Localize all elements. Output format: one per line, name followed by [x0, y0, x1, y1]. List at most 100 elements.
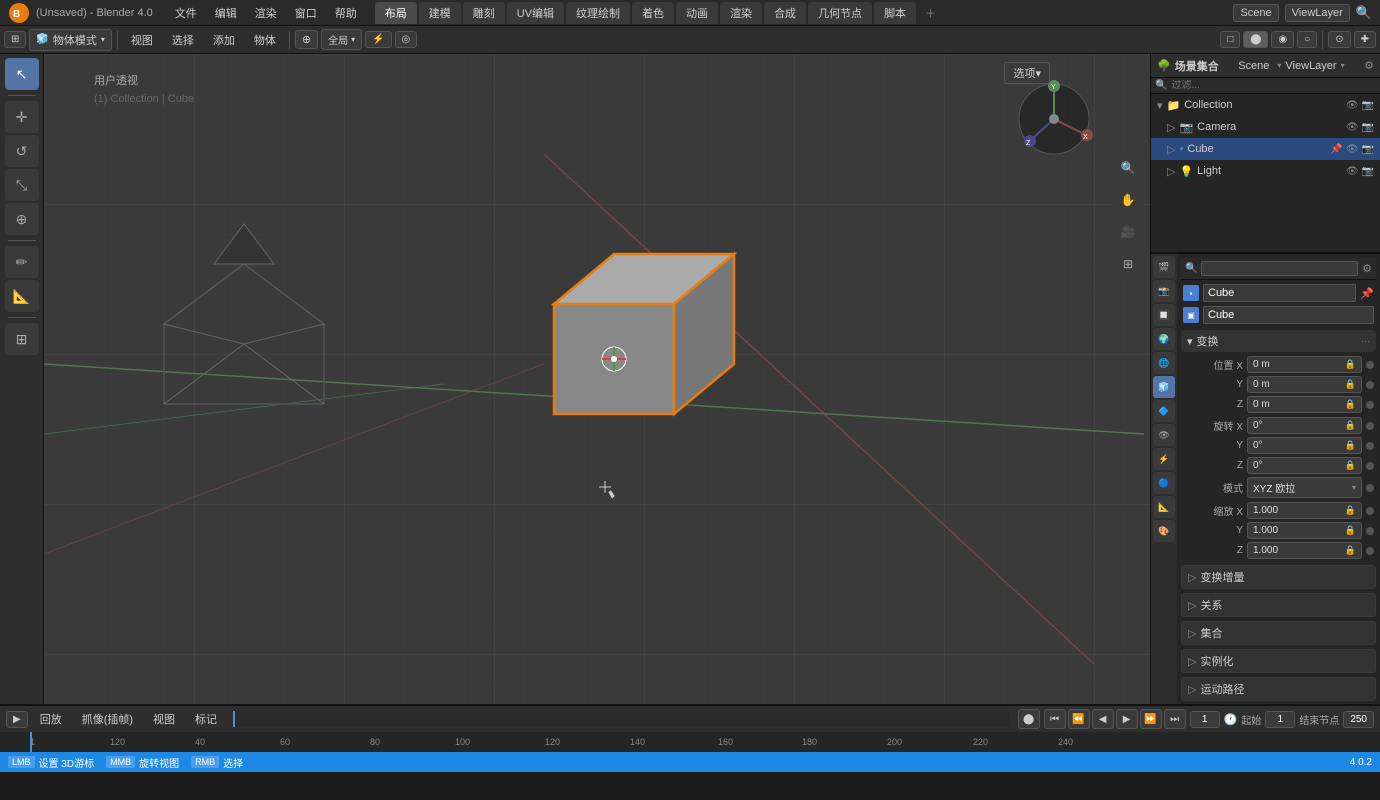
- motion-path-header[interactable]: ▷ 运动路径: [1182, 678, 1375, 700]
- viewport-quad-view-button[interactable]: ⊞: [1114, 250, 1142, 278]
- outliner-collection-item[interactable]: ▾ 📁 Collection 👁 📷: [1151, 94, 1380, 116]
- menu-help[interactable]: 帮助: [327, 3, 365, 23]
- timeline-playback-menu[interactable]: 回放: [32, 709, 70, 729]
- search-icon[interactable]: 🔍: [1356, 5, 1372, 21]
- rotate-tool-button[interactable]: ↺: [5, 135, 39, 167]
- light-visibility-icon[interactable]: 👁: [1346, 166, 1359, 177]
- material-shading-button[interactable]: ◉: [1271, 31, 1294, 48]
- workspace-tab-animation[interactable]: 动画: [676, 2, 718, 24]
- end-frame-field[interactable]: 250: [1343, 711, 1374, 728]
- location-x-field[interactable]: 0 m 🔒: [1247, 356, 1362, 373]
- rotation-x-lock-icon[interactable]: 🔒: [1345, 420, 1356, 431]
- step-forward-button[interactable]: ⏩: [1140, 709, 1162, 729]
- relations-header[interactable]: ▷ 关系: [1182, 594, 1375, 616]
- outliner-filter-icon[interactable]: ⚙: [1364, 59, 1374, 72]
- props-tab-material[interactable]: 🎨: [1153, 520, 1175, 542]
- delta-transform-header[interactable]: ▷ 变换增量: [1182, 566, 1375, 588]
- jump-end-button[interactable]: ⏭: [1164, 709, 1186, 729]
- timeline-view-menu[interactable]: 视图: [145, 709, 183, 729]
- outliner-search-input[interactable]: [1167, 80, 1376, 91]
- workspace-tab-shading[interactable]: 着色: [632, 2, 674, 24]
- add-object-button[interactable]: ⊞: [5, 323, 39, 355]
- pivot-point-button[interactable]: ⊕: [295, 30, 318, 49]
- transform-options-icon[interactable]: ⋯: [1361, 336, 1370, 347]
- props-tab-particles[interactable]: 👁: [1153, 424, 1175, 446]
- jump-back-keyframe-button[interactable]: ⏪: [1068, 709, 1090, 729]
- light-render-icon[interactable]: 📷: [1362, 166, 1374, 177]
- props-data-name-field[interactable]: [1203, 306, 1374, 324]
- scale-z-field[interactable]: 1.000 🔒: [1247, 542, 1362, 559]
- workspace-tab-rendering[interactable]: 渲染: [720, 2, 762, 24]
- workspace-tab-compositing[interactable]: 合成: [764, 2, 806, 24]
- rotation-mode-keyframe-dot[interactable]: [1366, 484, 1374, 492]
- props-options-icon[interactable]: ⚙: [1362, 262, 1372, 275]
- props-tab-physics[interactable]: ⚡: [1153, 448, 1175, 470]
- viewport-menu-add[interactable]: 添加: [205, 30, 243, 50]
- rotation-z-field[interactable]: 0° 🔒: [1247, 457, 1362, 474]
- props-tab-viewlayer[interactable]: 🔲: [1153, 304, 1175, 326]
- props-tab-render[interactable]: 🎬: [1153, 256, 1175, 278]
- location-x-lock-icon[interactable]: 🔒: [1345, 359, 1356, 370]
- location-z-keyframe-dot[interactable]: [1366, 401, 1374, 409]
- props-tab-data[interactable]: 📐: [1153, 496, 1175, 518]
- transform-section-header[interactable]: ▾ 变换 ⋯: [1181, 330, 1376, 352]
- menu-window[interactable]: 窗口: [287, 3, 325, 23]
- workspace-tab-layout[interactable]: 布局: [375, 2, 417, 24]
- timeline-marker-menu[interactable]: 标记: [187, 709, 225, 729]
- outliner-cube-item[interactable]: ▷ ▪ Cube 📌 👁 📷: [1151, 138, 1380, 160]
- outliner-light-item[interactable]: ▷ 💡 Light 👁 📷: [1151, 160, 1380, 182]
- rotation-z-keyframe-dot[interactable]: [1366, 462, 1374, 470]
- scale-y-field[interactable]: 1.000 🔒: [1247, 522, 1362, 539]
- rotation-y-field[interactable]: 0° 🔒: [1247, 437, 1362, 454]
- transform-tool-button[interactable]: ⊕: [5, 203, 39, 235]
- props-tab-scene[interactable]: 🌍: [1153, 328, 1175, 350]
- workspace-tab-uv[interactable]: UV编辑: [507, 2, 564, 24]
- timeline-scrubber[interactable]: 1 120 40 60 80 100 120 140 160 180 200 2…: [0, 732, 1380, 752]
- cube-visibility-icon[interactable]: 👁: [1346, 144, 1359, 155]
- menu-render[interactable]: 渲染: [247, 3, 285, 23]
- props-tab-modifier[interactable]: 🔷: [1153, 400, 1175, 422]
- timeline-keying-button[interactable]: ⬤: [1018, 709, 1040, 729]
- step-back-button[interactable]: ◀: [1092, 709, 1114, 729]
- workspace-tab-modeling[interactable]: 建模: [419, 2, 461, 24]
- overlay-button[interactable]: ⊙: [1328, 31, 1350, 48]
- location-y-field[interactable]: 0 m 🔒: [1247, 376, 1362, 393]
- editor-type-button[interactable]: ⊞: [4, 31, 26, 48]
- collection-render-icon[interactable]: 📷: [1362, 100, 1374, 111]
- location-y-lock-icon[interactable]: 🔒: [1345, 379, 1356, 390]
- render-shading-button[interactable]: ○: [1297, 31, 1317, 48]
- rotation-mode-select[interactable]: XYZ 欧拉 ▾: [1247, 477, 1362, 498]
- viewport-camera-button[interactable]: 🎥: [1114, 218, 1142, 246]
- menu-edit[interactable]: 编辑: [207, 3, 245, 23]
- collection-visibility-icon[interactable]: 👁: [1346, 100, 1359, 111]
- play-forward-button[interactable]: ▶: [1116, 709, 1138, 729]
- timeline-editor-type-button[interactable]: ▶: [6, 711, 28, 728]
- timeline-interpolation-menu[interactable]: 抓像(插帧): [74, 709, 141, 729]
- scale-y-lock-icon[interactable]: 🔒: [1345, 525, 1356, 536]
- camera-visibility-icon[interactable]: 👁: [1346, 122, 1359, 133]
- move-tool-button[interactable]: ✛: [5, 101, 39, 133]
- outliner-viewlayer-label[interactable]: ViewLayer: [1285, 60, 1336, 72]
- workspace-tab-sculpt[interactable]: 雕刻: [463, 2, 505, 24]
- props-tab-constraints[interactable]: 🔵: [1153, 472, 1175, 494]
- viewport-menu-select[interactable]: 选择: [164, 30, 202, 50]
- object-mode-selector[interactable]: 🧊 物体模式 ▾: [29, 29, 111, 51]
- scale-x-keyframe-dot[interactable]: [1366, 507, 1374, 515]
- annotate-tool-button[interactable]: ✏: [5, 246, 39, 278]
- cube-render-icon[interactable]: 📷: [1362, 144, 1374, 155]
- rotation-y-keyframe-dot[interactable]: [1366, 442, 1374, 450]
- scene-dropdown[interactable]: Scene: [1233, 4, 1278, 22]
- location-y-keyframe-dot[interactable]: [1366, 381, 1374, 389]
- rotation-y-lock-icon[interactable]: 🔒: [1345, 440, 1356, 451]
- collections-header[interactable]: ▷ 集合: [1182, 622, 1375, 644]
- props-tab-object[interactable]: 🧊: [1153, 376, 1175, 398]
- transform-global-button[interactable]: 全局 ▾: [321, 29, 362, 50]
- outliner-scene-label[interactable]: Scene: [1238, 60, 1269, 72]
- location-x-keyframe-dot[interactable]: [1366, 361, 1374, 369]
- viewport-menu-view[interactable]: 视图: [123, 30, 161, 50]
- wireframe-shading-button[interactable]: □: [1220, 31, 1240, 48]
- viewport-menu-object[interactable]: 物体: [246, 30, 284, 50]
- rotation-x-keyframe-dot[interactable]: [1366, 422, 1374, 430]
- solid-shading-button[interactable]: ⬤: [1243, 31, 1268, 48]
- gizmo-button[interactable]: ✚: [1354, 31, 1376, 48]
